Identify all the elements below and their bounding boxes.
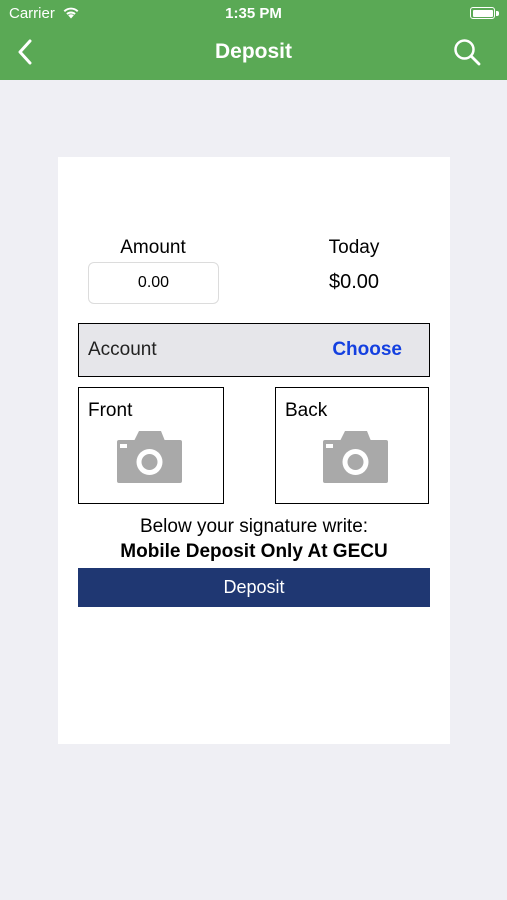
search-button[interactable] (451, 36, 483, 68)
front-label: Front (88, 400, 133, 421)
amount-label: Amount (120, 237, 186, 258)
page-title: Deposit (214, 40, 292, 63)
endorsement-text: Mobile Deposit Only At GECU (120, 541, 388, 562)
today-label: Today (328, 237, 380, 258)
search-icon (454, 39, 481, 66)
status-bar: Carrier 1:35 PM (0, 0, 507, 28)
amount-input[interactable] (88, 262, 219, 304)
camera-icon (323, 431, 388, 483)
camera-icon (117, 431, 182, 483)
back-label: Back (285, 400, 328, 421)
today-value: $0.00 (328, 271, 380, 293)
battery-nub (496, 11, 499, 16)
choose-account-link[interactable]: Choose (332, 339, 402, 361)
account-selector[interactable]: Account Choose (78, 323, 430, 377)
status-time: 1:35 PM (225, 5, 282, 22)
signature-instruction: Below your signature write: (139, 516, 369, 537)
account-label: Account (88, 339, 157, 360)
battery-icon (470, 7, 495, 19)
back-photo-button[interactable]: Back (275, 387, 429, 504)
deposit-button[interactable]: Deposit (78, 568, 430, 607)
front-photo-button[interactable]: Front (78, 387, 224, 504)
